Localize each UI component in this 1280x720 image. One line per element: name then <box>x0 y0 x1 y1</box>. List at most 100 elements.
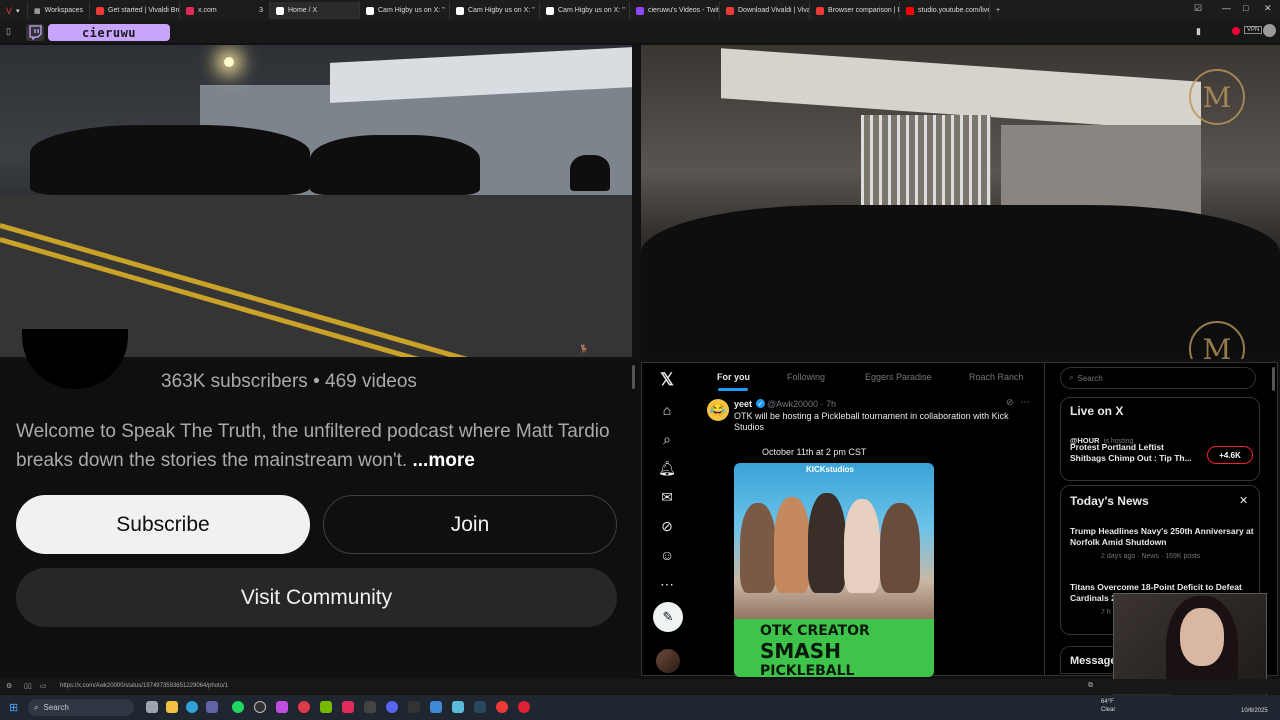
weather-temp: 64°F <box>1101 699 1114 705</box>
app-icon[interactable] <box>342 701 354 713</box>
panel-toggle-icon[interactable]: ▯ <box>6 26 11 37</box>
subscribe-button[interactable]: Subscribe <box>16 495 310 554</box>
tab-label: cieruwu's Videos - Twitch <box>648 7 720 14</box>
video-stream-left[interactable]: 🦌 <box>0 45 632 357</box>
news-headline[interactable]: Trump Headlines Navy's 250th Anniversary… <box>1070 526 1256 548</box>
search-input[interactable]: ⌕ Search <box>1060 367 1256 389</box>
tweet-avatar[interactable]: 😂 <box>707 399 729 421</box>
vivaldi-icon[interactable] <box>496 701 508 713</box>
more-options-icon[interactable]: ⋯ <box>1020 397 1030 408</box>
join-button[interactable]: Join <box>323 495 617 554</box>
tab-following[interactable]: Following <box>787 372 825 382</box>
search-icon[interactable]: ⌕ <box>658 430 676 448</box>
account-avatar[interactable] <box>656 649 680 673</box>
scrollbar[interactable] <box>632 365 635 389</box>
taskbar-date[interactable]: 10/6/2025 <box>1241 708 1268 714</box>
notifications-icon[interactable]: 🔔︎ <box>658 459 676 477</box>
vivaldi-menu-button[interactable]: V ▾ <box>0 2 28 19</box>
bookmark-icon[interactable]: ▮ <box>1196 26 1201 37</box>
close-icon[interactable]: ✕ <box>1239 494 1248 507</box>
live-headline[interactable]: Protest Portland Leftist Shitbags Chimp … <box>1070 442 1200 464</box>
post-button[interactable]: ✎ <box>653 602 683 632</box>
browser-tab[interactable]: studio.youtube.com/live_c <box>900 2 990 19</box>
capture-icon[interactable]: ⧉ <box>1088 682 1093 690</box>
taskbar-search[interactable]: ⌕ Search <box>28 699 134 716</box>
grok-icon[interactable]: ⊘ <box>658 517 676 535</box>
tab-favicon-icon <box>636 6 644 15</box>
stats-separator: • <box>313 371 320 392</box>
tab-label: Get started | Vivaldi Browse <box>108 7 179 14</box>
tweet-handle[interactable]: @Awk20000 · 7h <box>767 399 836 409</box>
browser-tab[interactable]: Cam Higby us on X: " <box>450 2 540 19</box>
file-explorer-icon[interactable] <box>166 701 178 713</box>
app-icon[interactable] <box>298 701 310 713</box>
profile-icon[interactable]: ☺ <box>658 546 676 564</box>
image-banner: OTK CREATOR SMASH PICKLEBALL <box>734 619 934 677</box>
messages-icon[interactable]: ✉ <box>658 488 676 506</box>
profile-icon[interactable] <box>1263 24 1276 37</box>
browser-tab[interactable]: x.com 3 <box>180 2 270 19</box>
x-logo-icon[interactable]: 𝕏 <box>658 370 676 389</box>
browser-tab-strip: V ▾ ▦ Workspaces Get started | Vivaldi B… <box>0 0 1280 21</box>
more-link[interactable]: ...more <box>412 450 474 471</box>
browser-tab[interactable]: Cam Higby us on X: " <box>540 2 630 19</box>
tweet-author-name[interactable]: yeet <box>734 399 752 409</box>
browser-tab[interactable]: Home / X <box>270 2 360 19</box>
grok-icon[interactable]: ⊘ <box>1006 397 1014 408</box>
edge-icon[interactable] <box>186 701 198 713</box>
vpn-icon[interactable]: VPN <box>1244 26 1263 34</box>
spotify-icon[interactable] <box>232 701 244 713</box>
browser-tab[interactable]: Get started | Vivaldi Browse <box>90 2 180 19</box>
tile-icon[interactable]: ▭ <box>40 682 47 690</box>
settings-icon[interactable]: ⚙ <box>6 682 12 690</box>
channel-avatar[interactable] <box>22 329 128 389</box>
video-stream-right[interactable]: M M <box>641 45 1280 359</box>
minimize-button[interactable]: — <box>1222 3 1231 13</box>
news-meta: 7 h <box>1101 609 1111 616</box>
browser-toolbar: ▯ cieruwu ▮ VPN <box>0 21 1280 43</box>
browser-tab[interactable]: Download Vivaldi | Vivaldi <box>720 2 810 19</box>
tweet-image[interactable]: KICKstudios OTK CREATOR SMASH PICKLEBALL <box>734 463 934 677</box>
channel-logo-icon: M <box>1189 69 1245 125</box>
scrollbar[interactable] <box>1272 367 1275 391</box>
home-icon[interactable]: ⌂ <box>658 401 676 419</box>
app-icon[interactable] <box>408 701 420 713</box>
browser-tab[interactable]: Browser comparison | Disc <box>810 2 900 19</box>
new-tab-button[interactable]: + <box>990 2 1006 19</box>
weather-widget[interactable]: 64°F Clear <box>1101 698 1115 714</box>
obs-icon[interactable] <box>254 701 266 713</box>
workspaces-button[interactable]: ▦ Workspaces <box>28 2 90 19</box>
browser-tab[interactable]: Cam Higby us on X: " <box>360 2 450 19</box>
tab-roach-ranch[interactable]: Roach Ranch <box>969 372 1024 382</box>
app-icon[interactable] <box>276 701 288 713</box>
task-view-icon[interactable] <box>146 701 158 713</box>
kick-studios-logo: KICKstudios <box>806 465 854 474</box>
maximize-button[interactable]: □ <box>1243 3 1248 13</box>
tab-label: Browser comparison | Disc <box>828 7 899 14</box>
webcam-person-face <box>1180 608 1224 666</box>
panel-icon[interactable]: ▯▯ <box>24 682 32 690</box>
live-listener-count[interactable]: +4.6K <box>1207 446 1253 464</box>
taskbar-search-label: Search <box>43 703 69 712</box>
extensions-icon[interactable]: ☑ <box>1194 3 1202 14</box>
more-icon[interactable]: ⋯ <box>658 575 676 593</box>
card-title: Today's News <box>1070 494 1149 508</box>
app-icon[interactable] <box>518 701 530 713</box>
discord-icon[interactable] <box>386 701 398 713</box>
app-icon[interactable] <box>452 701 464 713</box>
tab-for-you[interactable]: For you <box>717 372 750 382</box>
app-icon[interactable] <box>364 701 376 713</box>
tab-label: Download Vivaldi | Vivaldi <box>738 7 810 14</box>
recording-icon <box>1232 27 1240 35</box>
visit-community-button[interactable]: Visit Community <box>16 568 617 627</box>
steam-icon[interactable] <box>474 701 486 713</box>
app-icon[interactable] <box>430 701 442 713</box>
browser-status-bar: ⚙ ▯▯ ▭ https://x.com/Awk20000/status/197… <box>0 679 1280 694</box>
close-window-button[interactable]: ✕ <box>1264 3 1272 14</box>
nvidia-icon[interactable] <box>320 701 332 713</box>
windows-start-icon[interactable]: ⊞ <box>9 701 18 714</box>
tab-eggers-paradise[interactable]: Eggers Paradise <box>865 372 932 382</box>
teams-icon[interactable] <box>206 701 218 713</box>
twitch-icon[interactable] <box>26 24 44 41</box>
browser-tab[interactable]: cieruwu's Videos - Twitch <box>630 2 720 19</box>
